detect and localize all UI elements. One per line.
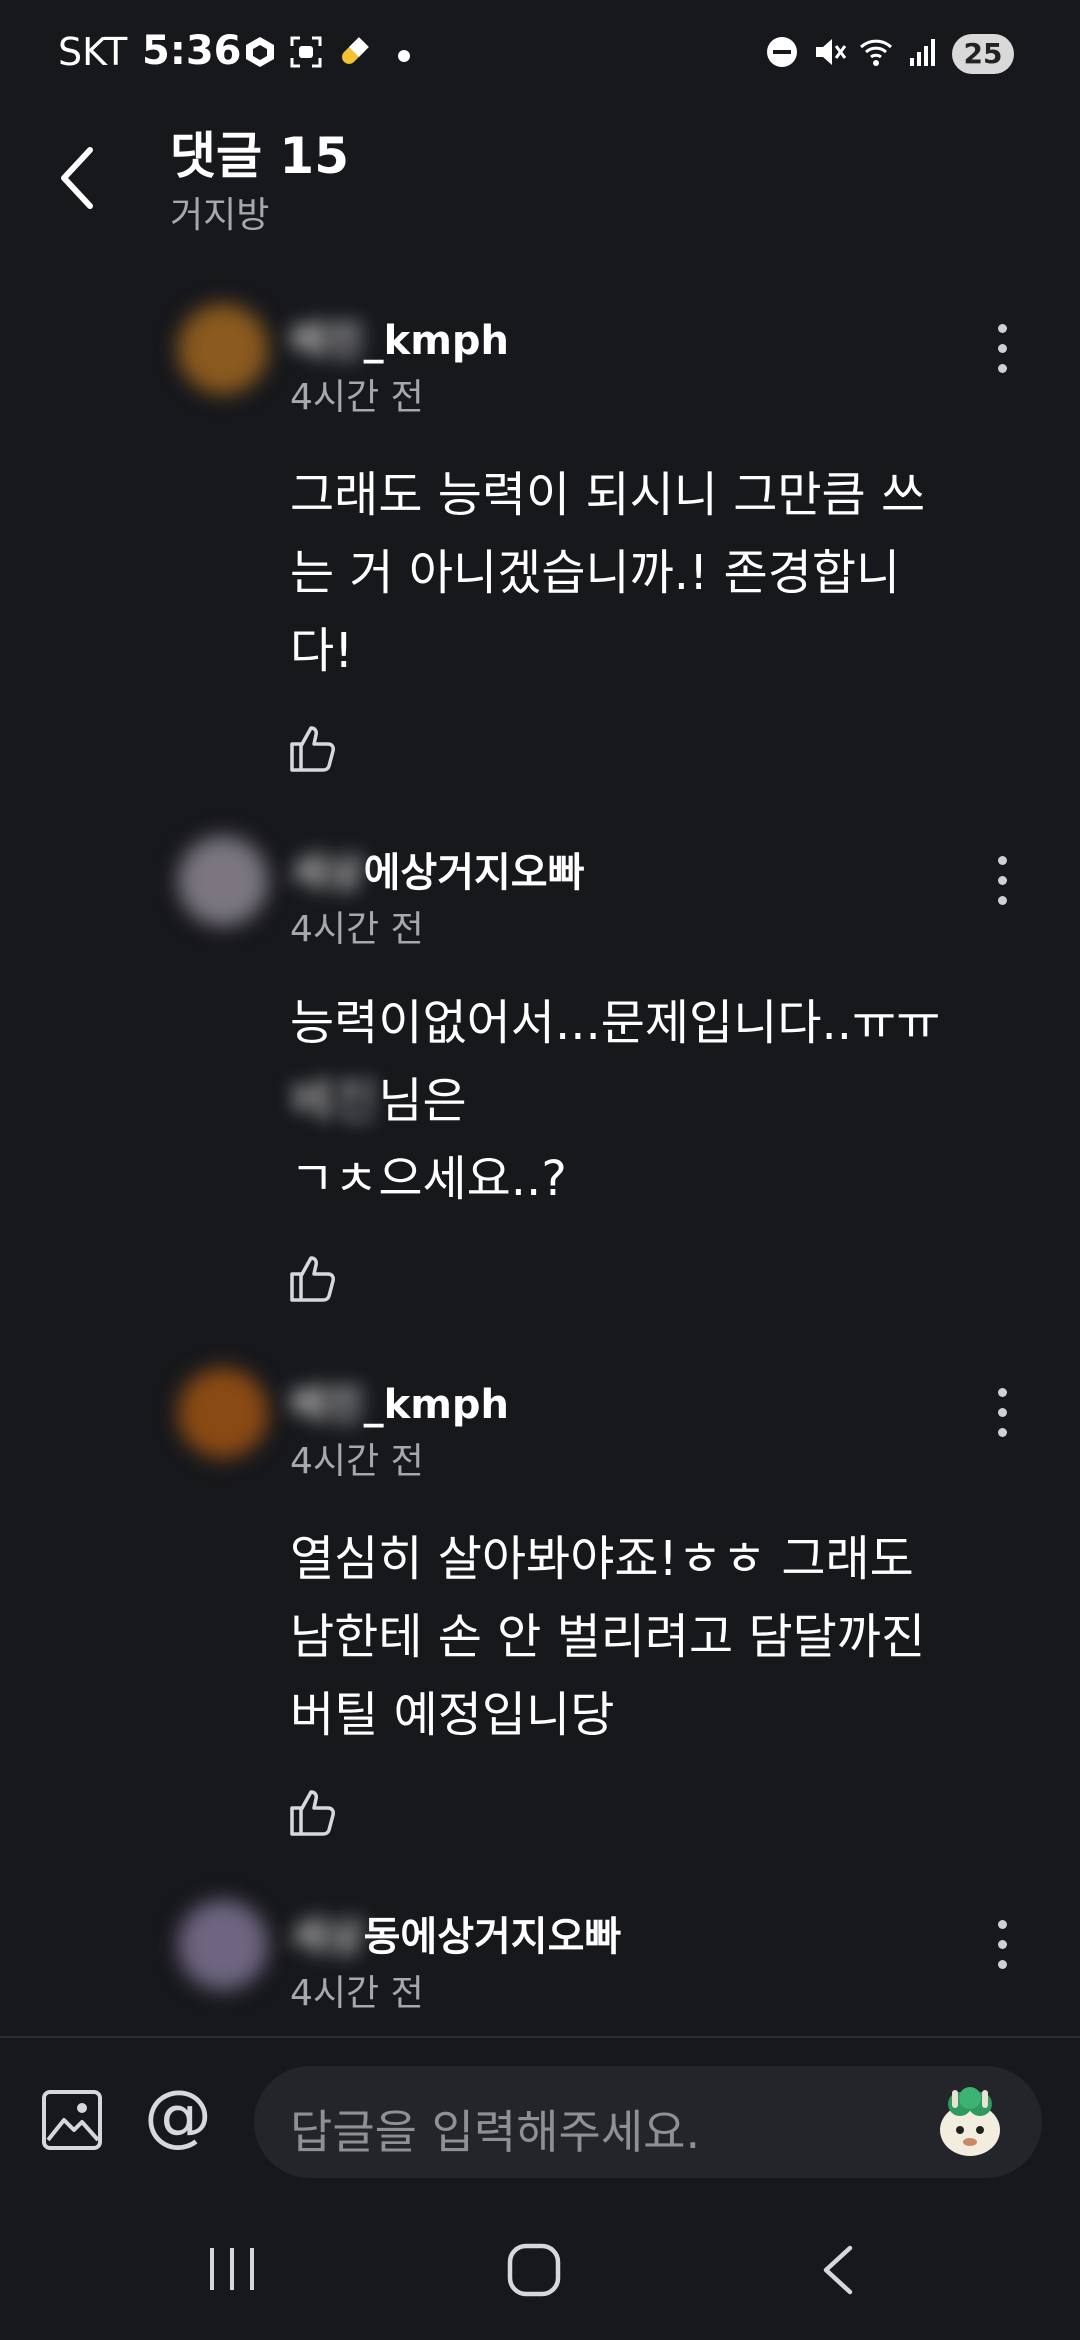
- reply-placeholder: 답글을 입력해주세요.: [290, 2105, 701, 2159]
- comment-body: 열심히 살아봐야죠!ㅎㅎ 그래도 남한테 손 안 벌리려고 담달까진 버틸 예정…: [290, 1520, 1030, 1754]
- avatar[interactable]: [178, 836, 268, 926]
- comment-line: 다!: [290, 623, 354, 679]
- system-nav-bar: [0, 2196, 1080, 2340]
- do-not-disturb-icon: [767, 37, 797, 67]
- recent-apps-button[interactable]: [206, 2246, 258, 2292]
- thumbs-up-icon[interactable]: [286, 1250, 342, 1306]
- screenshot-icon: [290, 36, 322, 68]
- comment-timestamp: 4시간 전: [290, 909, 424, 950]
- carrier-label: SKT: [58, 30, 128, 74]
- back-button[interactable]: [50, 138, 110, 218]
- more-options-icon[interactable]: [984, 1388, 1020, 1448]
- blurred-username-part: 세상: [290, 850, 364, 896]
- system-back-button[interactable]: [818, 2242, 858, 2298]
- username-text: _kmph: [363, 1382, 509, 1428]
- blurred-mention: 베진: [290, 1073, 379, 1129]
- page-title: 댓글 15: [170, 127, 349, 185]
- header: 댓글 15 거지방: [0, 110, 1080, 260]
- thumbs-up-icon[interactable]: [286, 720, 342, 776]
- image-attach-icon[interactable]: [40, 2088, 104, 2152]
- more-options-icon[interactable]: [984, 1920, 1020, 1980]
- comment-body: 능력이없어서...문제입니다..ㅠㅠ 베진님은 ㄱㅊ으세요..?: [290, 984, 1030, 1218]
- comment-line: 열심히 살아봐야죠!ㅎㅎ 그래도: [290, 1531, 914, 1587]
- blurred-username-part: 베진: [290, 318, 364, 364]
- avatar[interactable]: [178, 1368, 268, 1458]
- notification-dot-icon: [398, 50, 410, 62]
- mute-icon: [816, 39, 847, 65]
- sticker-icon[interactable]: [930, 2082, 1010, 2162]
- username-text: 에상거지오빠: [363, 850, 585, 896]
- avatar[interactable]: [178, 1900, 268, 1990]
- comment-timestamp: 4시간 전: [290, 377, 424, 418]
- thumbs-up-icon[interactable]: [286, 1784, 342, 1840]
- comment-line: 그래도 능력이 되시니 그만큼 쓰: [290, 467, 926, 523]
- comment-username[interactable]: 베진_kmph: [290, 308, 509, 366]
- pill-icon: [342, 37, 369, 64]
- page-subtitle: 거지방: [170, 195, 270, 236]
- blurred-username-part: 베진: [290, 1382, 364, 1428]
- comment-body: 그래도 능력이 되시니 그만큼 쓰 는 거 아니겠습니까.! 존경합니 다!: [290, 456, 1030, 690]
- clock: 5:36: [142, 28, 242, 74]
- comment-line: 베진님은: [290, 1062, 1030, 1140]
- app-notification-icon: [246, 37, 274, 67]
- username-text: _kmph: [363, 318, 509, 364]
- username-text: 동에상거지오빠: [363, 1914, 622, 1960]
- comment-timestamp: 4시간 전: [290, 1973, 424, 2014]
- comment-username[interactable]: 세상동에상거지오빠: [290, 1904, 621, 1962]
- comment-line-text: 님은: [378, 1073, 467, 1129]
- more-options-icon[interactable]: [984, 324, 1020, 384]
- blurred-username-part: 세상: [290, 1914, 364, 1960]
- comment-line: 능력이없어서...문제입니다..ㅠㅠ: [290, 995, 941, 1051]
- battery-indicator: 25: [952, 34, 1014, 74]
- comment-line: 남한테 손 안 벌리려고 담달까진: [290, 1609, 926, 1665]
- status-bar: SKT 5:36 25: [0, 0, 1080, 110]
- comment-username[interactable]: 세상에상거지오빠: [290, 840, 584, 898]
- comment-line: 버틸 예정입니당: [290, 1687, 615, 1743]
- comment-line: ㄱㅊ으세요..?: [290, 1151, 567, 1207]
- home-button[interactable]: [506, 2242, 562, 2298]
- mention-button[interactable]: @: [140, 2078, 216, 2154]
- comment-line: 는 거 아니겠습니까.! 존경합니: [290, 545, 901, 601]
- signal-icon: [910, 39, 935, 66]
- comment-timestamp: 4시간 전: [290, 1441, 424, 1482]
- reply-input-bar: @ 답글을 입력해주세요.: [0, 2036, 1080, 2198]
- avatar[interactable]: [178, 304, 268, 394]
- wifi-icon: [859, 39, 893, 66]
- more-options-icon[interactable]: [984, 856, 1020, 916]
- comment-username[interactable]: 베진_kmph: [290, 1372, 509, 1430]
